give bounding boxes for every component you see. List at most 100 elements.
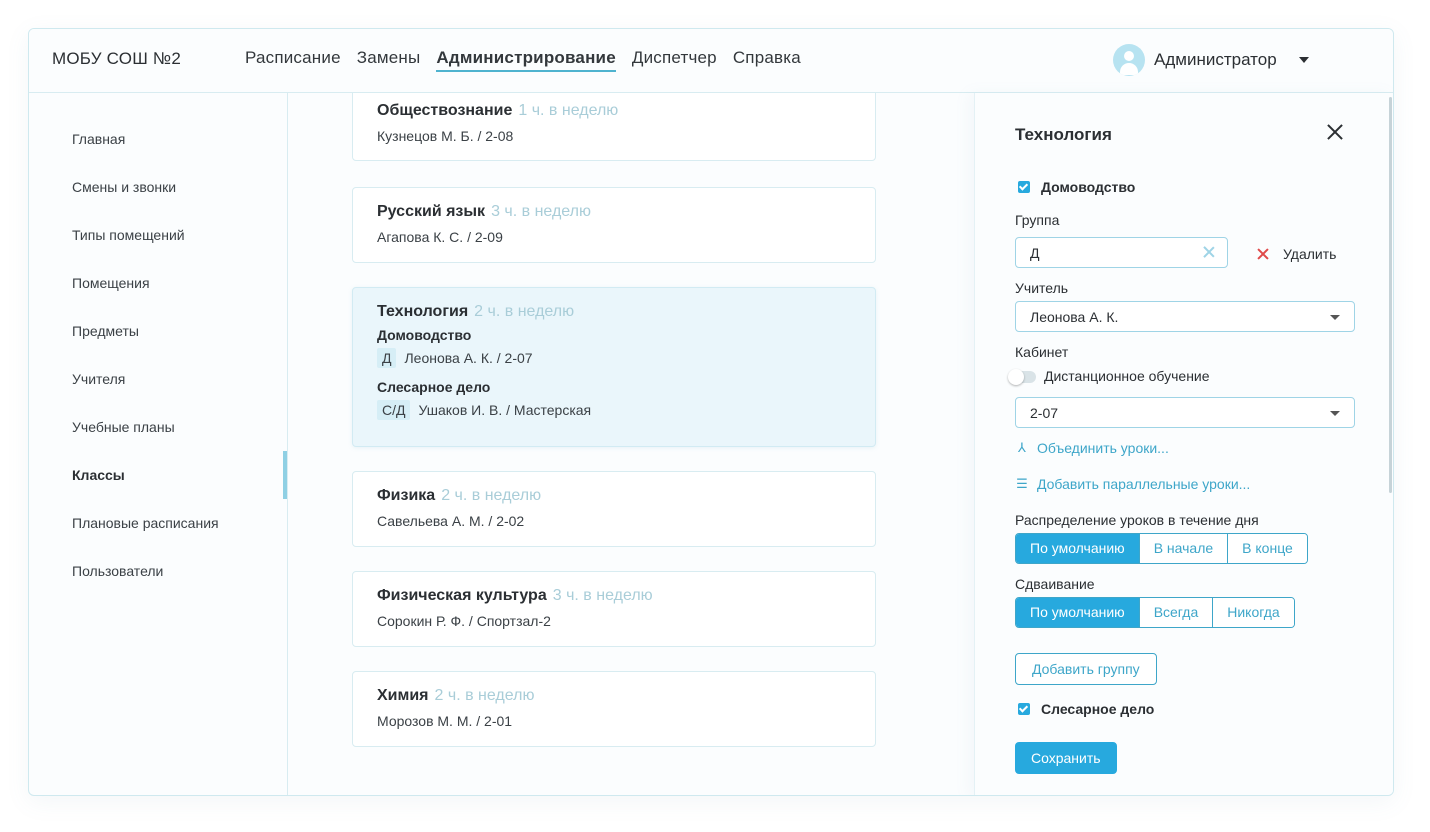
nav-substitutions[interactable]: Замены — [357, 48, 421, 72]
chevron-down-icon — [1330, 411, 1340, 416]
room-label: Кабинет — [1015, 344, 1069, 360]
teacher-select[interactable]: Леонова А. К. — [1015, 301, 1355, 332]
group-label: Группа — [1015, 212, 1060, 228]
group-input-value: Д — [1030, 245, 1040, 261]
sidebar-item-teachers[interactable]: Учителя — [72, 371, 125, 387]
delete-icon — [1257, 248, 1269, 260]
merge-lessons-link[interactable]: ⅄ Объединить уроки... — [1015, 440, 1169, 456]
sidebar: Главная Смены и звонки Типы помещений По… — [29, 93, 288, 795]
sidebar-item-home[interactable]: Главная — [72, 131, 125, 147]
sidebar-item-subjects[interactable]: Предметы — [72, 323, 139, 339]
chevron-down-icon[interactable] — [1298, 57, 1309, 63]
distribution-label: Распределение уроков в течение дня — [1015, 512, 1259, 528]
save-button[interactable]: Сохранить — [1015, 742, 1117, 774]
sidebar-item-rooms[interactable]: Помещения — [72, 275, 150, 291]
subject-title: Физическая культура — [377, 587, 547, 604]
subject-title: Технология — [377, 303, 469, 320]
parallel-lessons-label: Добавить параллельные уроки... — [1037, 476, 1251, 492]
group-tag: С/Д — [377, 400, 411, 420]
subject-card[interactable]: Русский язык 3 ч. в неделю Агапова К. С. … — [352, 187, 876, 263]
group-name: Домоводство — [377, 327, 472, 343]
group-line: С/Д Ушаков И. В. / Мастерская — [377, 400, 851, 420]
chevron-down-icon — [1330, 315, 1340, 320]
sidebar-item-room-types[interactable]: Типы помещений — [72, 227, 185, 243]
teacher-select-value: Леонова А. К. — [1030, 309, 1119, 325]
pairing-never[interactable]: Никогда — [1212, 598, 1294, 627]
toggle-knob — [1008, 369, 1024, 385]
subject-title: Русский язык — [377, 203, 486, 220]
nav-schedule[interactable]: Расписание — [245, 48, 341, 72]
parallel-lessons-link[interactable]: ☰ Добавить параллельные уроки... — [1015, 476, 1250, 492]
parallel-icon: ☰ — [1016, 476, 1028, 491]
pairing-always[interactable]: Всегда — [1138, 598, 1213, 627]
user-avatar-icon — [1113, 44, 1145, 76]
clear-icon[interactable] — [1203, 246, 1215, 258]
top-header: МОБУ СОШ №2 Расписание Замены Администри… — [29, 29, 1393, 93]
subject-teacher-room: Кузнецов М. Б. / 2-08 — [377, 128, 514, 144]
add-group-button[interactable]: Добавить группу — [1015, 653, 1157, 685]
subjects-list: Обществознание 1 ч. в неделю Кузнецов М. … — [289, 93, 973, 795]
sidebar-item-classes[interactable]: Классы — [72, 467, 125, 483]
group1-check-label: Домоводство — [1041, 179, 1136, 195]
nav-dispatcher[interactable]: Диспетчер — [632, 48, 717, 72]
pairing-segmented: По умолчанию Всегда Никогда — [1015, 597, 1295, 628]
subject-hours: 2 ч. в неделю — [434, 687, 535, 704]
subject-teacher-room: Савельева А. М. / 2-02 — [377, 513, 525, 529]
sidebar-item-curricula[interactable]: Учебные планы — [72, 419, 175, 435]
subject-title: Обществознание — [377, 102, 513, 119]
school-name: МОБУ СОШ №2 — [52, 49, 181, 68]
subject-teacher-room: Морозов М. М. / 2-01 — [377, 713, 513, 729]
nav-help[interactable]: Справка — [733, 48, 801, 72]
teacher-label: Учитель — [1015, 280, 1069, 296]
distribution-start[interactable]: В начале — [1138, 534, 1228, 563]
group1-checkbox[interactable] — [1018, 181, 1030, 193]
sidebar-item-shifts[interactable]: Смены и звонки — [72, 179, 176, 195]
distribution-default[interactable]: По умолчанию — [1016, 534, 1139, 563]
group-teacher-room: Леонова А. К. / 2-07 — [404, 350, 533, 366]
panel-scrollbar[interactable] — [1389, 97, 1392, 493]
subject-card[interactable]: Физическая культура 3 ч. в неделю Сорокин… — [352, 571, 876, 647]
subject-card[interactable]: Химия 2 ч. в неделю Морозов М. М. / 2-01 — [352, 671, 876, 747]
subject-hours: 3 ч. в неделю — [491, 203, 591, 220]
group2-check-label: Слесарное дело — [1041, 701, 1155, 717]
sidebar-item-users[interactable]: Пользователи — [72, 563, 163, 579]
edit-panel: Технология Домоводство Группа Д Удалить … — [974, 93, 1393, 795]
sidebar-active-marker — [283, 451, 287, 499]
room-select[interactable]: 2-07 — [1015, 397, 1355, 428]
user-name: Администратор — [1154, 50, 1277, 69]
delete-label: Удалить — [1283, 246, 1337, 262]
subject-hours: 1 ч. в неделю — [518, 102, 619, 119]
subject-teacher-room: Сорокин Р. Ф. / Спортзал-2 — [377, 613, 551, 629]
group-input[interactable]: Д — [1015, 237, 1228, 268]
subject-card-selected[interactable]: Технология 2 ч. в неделю Домоводство Д Ле… — [352, 287, 876, 447]
sidebar-item-planned-schedules[interactable]: Плановые расписания — [72, 515, 219, 531]
subject-hours: 2 ч. в неделю — [441, 487, 542, 504]
subject-card[interactable]: Обществознание 1 ч. в неделю Кузнецов М. … — [352, 93, 876, 161]
merge-icon: ⅄ — [1018, 440, 1026, 455]
subject-teacher-room: Агапова К. С. / 2-09 — [377, 229, 503, 245]
subject-card[interactable]: Физика 2 ч. в неделю Савельева А. М. / 2-… — [352, 471, 876, 547]
checkbox-checked-icon[interactable] — [1018, 703, 1030, 715]
panel-title: Технология — [1015, 125, 1112, 144]
main-nav: Расписание Замены Администрирование Дисп… — [245, 48, 817, 72]
group-name: Слесарное дело — [377, 379, 491, 395]
checkbox-checked-icon[interactable] — [1018, 181, 1030, 193]
distribution-segmented: По умолчанию В начале В конце — [1015, 533, 1308, 564]
remote-toggle[interactable] — [1008, 369, 1036, 385]
user-menu[interactable]: Администратор — [1113, 44, 1309, 76]
distribution-end[interactable]: В конце — [1227, 534, 1307, 563]
remote-label: Дистанционное обучение — [1044, 368, 1210, 384]
delete-group-button[interactable]: Удалить — [1257, 246, 1336, 262]
nav-administration[interactable]: Администрирование — [436, 48, 616, 72]
pairing-default[interactable]: По умолчанию — [1016, 598, 1139, 627]
group-line: Д Леонова А. К. / 2-07 — [377, 348, 851, 368]
room-select-value: 2-07 — [1030, 405, 1059, 421]
close-icon[interactable] — [1326, 123, 1344, 141]
pairing-label: Сдваивание — [1015, 576, 1095, 592]
app-window: МОБУ СОШ №2 Расписание Замены Администри… — [28, 28, 1394, 796]
group2-checkbox[interactable] — [1018, 703, 1030, 715]
group-teacher-room: Ушаков И. В. / Мастерская — [418, 402, 592, 418]
subject-title: Физика — [377, 487, 436, 504]
subject-hours: 2 ч. в неделю — [474, 303, 575, 320]
subject-title: Химия — [377, 687, 429, 704]
